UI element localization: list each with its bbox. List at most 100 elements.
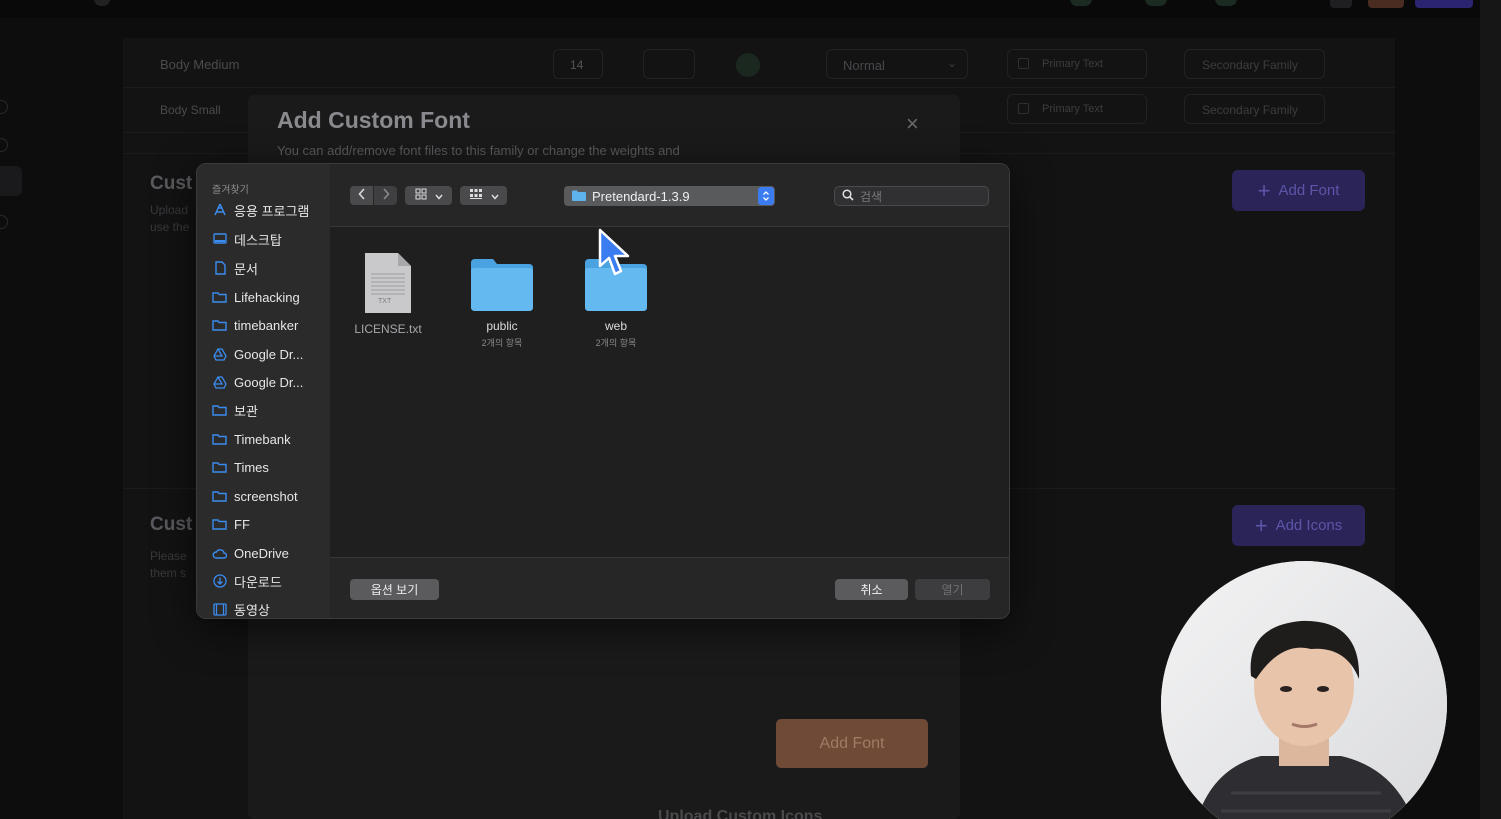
dialog-toolbar: Pretendard-1.3.9 검색 — [330, 164, 1009, 227]
sidebar-item-ff[interactable]: FF — [212, 513, 330, 535]
sidebar-item-times[interactable]: Times — [212, 456, 330, 478]
rail-active-item[interactable] — [0, 166, 22, 196]
family-select[interactable]: Secondary Family — [1184, 94, 1325, 124]
rail-icon[interactable] — [0, 215, 8, 229]
file-badge: TXT — [378, 298, 392, 305]
close-icon[interactable]: × — [906, 111, 919, 137]
weight-value: Normal — [843, 58, 885, 73]
top-bar — [0, 0, 1501, 18]
folder-icon — [212, 517, 227, 532]
modal-add-font-button[interactable]: Add Font — [776, 719, 928, 768]
color-select[interactable]: Primary Text — [1007, 49, 1147, 79]
folder-icon — [212, 403, 227, 418]
status-dot — [1145, 0, 1167, 6]
file-name: public — [486, 319, 518, 333]
file-item-license[interactable]: TXT LICENSE.txt — [343, 252, 433, 336]
sidebar-item-google-drive[interactable]: Google Dr... — [212, 371, 330, 393]
back-button[interactable] — [350, 186, 373, 205]
icon-grid-icon — [415, 188, 427, 203]
chevron-down-icon: ⌄ — [946, 56, 957, 70]
custom-icons-subtitle: Please — [150, 549, 187, 563]
folder-icon — [212, 318, 227, 333]
add-icons-label: Add Icons — [1275, 517, 1343, 534]
folder-icon — [471, 259, 533, 311]
weight-select[interactable]: Normal ⌄ — [826, 49, 968, 79]
dialog-content: Pretendard-1.3.9 검색 TXT LICENSE.txt publ… — [330, 164, 1009, 618]
open-button[interactable]: 열기 — [915, 579, 990, 600]
color-label: Primary Text — [1042, 58, 1103, 70]
file-item-public[interactable]: public 2개의 항목 — [457, 249, 547, 349]
color-select[interactable]: Primary Text — [1007, 94, 1147, 124]
sidebar-item-label: Lifehacking — [234, 289, 300, 305]
folder-icon — [212, 460, 227, 475]
favorites-heading: 즐겨찾기 — [212, 185, 249, 196]
status-dot — [1215, 0, 1237, 6]
folder-icon — [212, 489, 227, 504]
sidebar-item-label: 동영상 — [234, 602, 270, 618]
sidebar-item-label: Google Dr... — [234, 374, 304, 390]
family-select[interactable]: Secondary Family — [1184, 49, 1325, 79]
font-size-value: 14 — [570, 58, 584, 72]
sidebar-item-label: Times — [234, 459, 269, 475]
sidebar-item-label: OneDrive — [234, 545, 289, 561]
chevron-down-icon — [434, 189, 443, 203]
checkbox-icon — [1018, 103, 1029, 114]
folder-path-popup[interactable]: Pretendard-1.3.9 — [564, 186, 775, 206]
forward-button[interactable] — [374, 186, 397, 205]
desktop-icon — [212, 232, 227, 247]
group-grid-icon — [469, 188, 483, 203]
line-height-input[interactable] — [643, 49, 695, 79]
sidebar-item-timebanker[interactable]: timebanker — [212, 314, 330, 336]
publish-button[interactable] — [1415, 0, 1473, 8]
family-value: Secondary Family — [1202, 58, 1299, 72]
sidebar-item-lifehacking[interactable]: Lifehacking — [212, 286, 330, 308]
color-label: Primary Text — [1042, 103, 1103, 115]
plus-icon: + — [1257, 177, 1271, 203]
custom-fonts-subtitle: Upload — [150, 203, 189, 217]
rail-icon[interactable] — [0, 138, 8, 152]
add-font-button[interactable]: + Add Font — [1232, 170, 1365, 211]
folder-icon — [212, 290, 227, 305]
apps-icon — [212, 203, 227, 218]
rail-icon[interactable] — [0, 100, 8, 114]
view-mode-button[interactable] — [405, 186, 452, 205]
scrollbar[interactable] — [1480, 0, 1501, 819]
google-drive-icon — [212, 347, 227, 362]
options-button[interactable]: 옵션 보기 — [350, 579, 439, 600]
sidebar-item-archive[interactable]: 보관 — [212, 399, 330, 421]
sidebar-item-movies[interactable]: 동영상 — [212, 598, 330, 618]
sidebar-item-label: 보관 — [234, 403, 258, 419]
row-name: Body Small — [160, 103, 221, 117]
font-size-input[interactable]: 14 — [553, 49, 603, 79]
search-placeholder: 검색 — [860, 189, 883, 204]
custom-icons-subtitle: them s — [150, 566, 187, 580]
color-swatch[interactable] — [736, 53, 760, 77]
current-folder-name: Pretendard-1.3.9 — [592, 188, 690, 204]
toolbar-button[interactable] — [1330, 0, 1352, 8]
sidebar-item-label: timebanker — [234, 317, 299, 333]
sidebar-item-timebank[interactable]: Timebank — [212, 428, 330, 450]
sidebar-item-desktop[interactable]: 데스크탑 — [212, 228, 330, 250]
add-icons-button[interactable]: + Add Icons — [1232, 505, 1365, 546]
status-dot — [94, 0, 110, 6]
dialog-footer: 옵션 보기 취소 열기 — [330, 557, 1009, 618]
sidebar-item-google-drive[interactable]: Google Dr... — [212, 343, 330, 365]
sidebar-item-applications[interactable]: 응용 프로그램 — [212, 199, 330, 221]
sidebar-item-label: Google Dr... — [234, 346, 304, 362]
sidebar-item-documents[interactable]: 문서 — [212, 257, 330, 279]
file-name: LICENSE.txt — [354, 322, 422, 336]
mouse-cursor-icon — [598, 228, 632, 283]
toolbar-button[interactable] — [1368, 0, 1404, 8]
film-icon — [212, 602, 227, 617]
group-by-button[interactable] — [460, 186, 507, 205]
search-field[interactable]: 검색 — [834, 186, 989, 206]
google-drive-icon — [212, 375, 227, 390]
custom-icons-title: Cust — [150, 514, 193, 535]
sidebar-item-screenshot[interactable]: screenshot — [212, 485, 330, 507]
left-rail — [0, 80, 28, 240]
chevron-down-icon — [490, 189, 499, 203]
sidebar-item-downloads[interactable]: 다운로드 — [212, 570, 330, 592]
sidebar-item-onedrive[interactable]: OneDrive — [212, 542, 330, 564]
cancel-button[interactable]: 취소 — [835, 579, 908, 600]
sidebar-item-label: FF — [234, 516, 250, 532]
